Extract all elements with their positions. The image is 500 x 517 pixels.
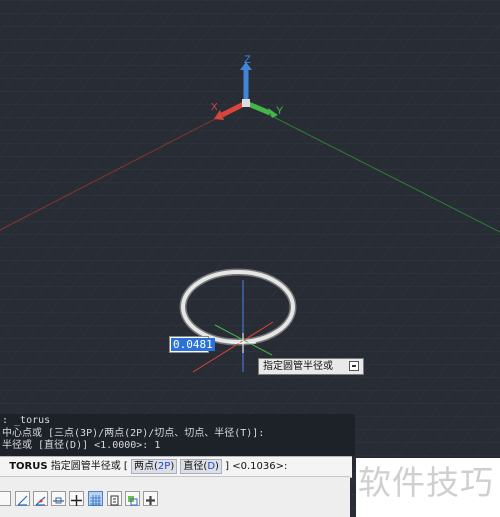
status-bar bbox=[0, 476, 350, 517]
watermark: 软件技巧 bbox=[356, 458, 500, 517]
grid-icon bbox=[90, 495, 101, 506]
lineweight-icon bbox=[110, 495, 119, 506]
history-line: 半径或 [直径(D)] <1.0000>: 1 bbox=[2, 440, 161, 451]
option-two-point-button[interactable]: 两点(2P) bbox=[131, 459, 178, 474]
option-bracket-close: ] bbox=[225, 461, 230, 472]
option-diameter-button[interactable]: 直径(D) bbox=[180, 459, 222, 474]
status-osnap-button[interactable] bbox=[51, 491, 66, 506]
ucs-origin-box bbox=[242, 99, 250, 107]
crosshair-icon bbox=[71, 495, 82, 506]
command-history: : _torus 中心点或 [三点(3P)/两点(2P)/切点、切点、半径(T)… bbox=[0, 414, 355, 456]
status-transparency-button[interactable] bbox=[125, 491, 140, 506]
status-otrack-button[interactable] bbox=[69, 491, 84, 506]
status-selection-cycling-button[interactable] bbox=[143, 491, 158, 506]
ucs-z-label: Z bbox=[244, 54, 251, 66]
ucs-y-label: Y bbox=[276, 105, 284, 117]
status-polar-button[interactable] bbox=[33, 491, 48, 506]
option-diameter-key: D bbox=[207, 461, 216, 472]
option-two-point-close: ) bbox=[170, 461, 175, 472]
default-value: <0.1036>: bbox=[232, 461, 288, 472]
status-snap-button[interactable] bbox=[0, 491, 11, 506]
option-diameter-label: 直径( bbox=[183, 461, 208, 472]
plus-icon bbox=[146, 496, 155, 505]
dynamic-input-tooltip: 指定圆管半径或 bbox=[258, 358, 364, 375]
option-bracket-open: [ bbox=[123, 461, 128, 472]
options-menu-icon[interactable] bbox=[349, 361, 359, 371]
osnap-icon bbox=[53, 497, 64, 504]
command-name: TORUS bbox=[9, 461, 48, 472]
ucs-x-label: X bbox=[211, 102, 218, 113]
option-diameter-close: ) bbox=[215, 461, 219, 472]
autocad-window: Z Y X 0.0481 指定圆管半径或: _torus 中心点或 [三点(3… bbox=[0, 0, 500, 517]
polar-icon bbox=[35, 496, 46, 506]
watermark-text: 软件技巧 bbox=[358, 463, 494, 502]
dynamic-input-value: 0.0481 bbox=[171, 338, 215, 351]
dynamic-input-field[interactable]: 0.0481 bbox=[169, 336, 215, 353]
tooltip-text: 指定圆管半径或 bbox=[263, 361, 333, 372]
status-grid-button[interactable] bbox=[88, 491, 103, 506]
history-line: : _torus bbox=[2, 415, 51, 426]
ortho-icon bbox=[17, 495, 28, 506]
command-line[interactable]: TORUS 指定圆管半径或 [ 两点(2P) 直径(D) ] <0.1036>: bbox=[0, 456, 352, 478]
status-lineweight-button[interactable] bbox=[107, 491, 122, 506]
option-two-point-label: 两点( bbox=[134, 461, 158, 472]
transparency-icon bbox=[128, 496, 138, 506]
option-two-point-key: 2P bbox=[157, 461, 171, 472]
command-prompt: 指定圆管半径或 bbox=[50, 461, 121, 472]
status-ortho-button[interactable] bbox=[15, 491, 30, 506]
history-line: 中心点或 [三点(3P)/两点(2P)/切点、切点、半径(T)]: bbox=[2, 427, 265, 439]
